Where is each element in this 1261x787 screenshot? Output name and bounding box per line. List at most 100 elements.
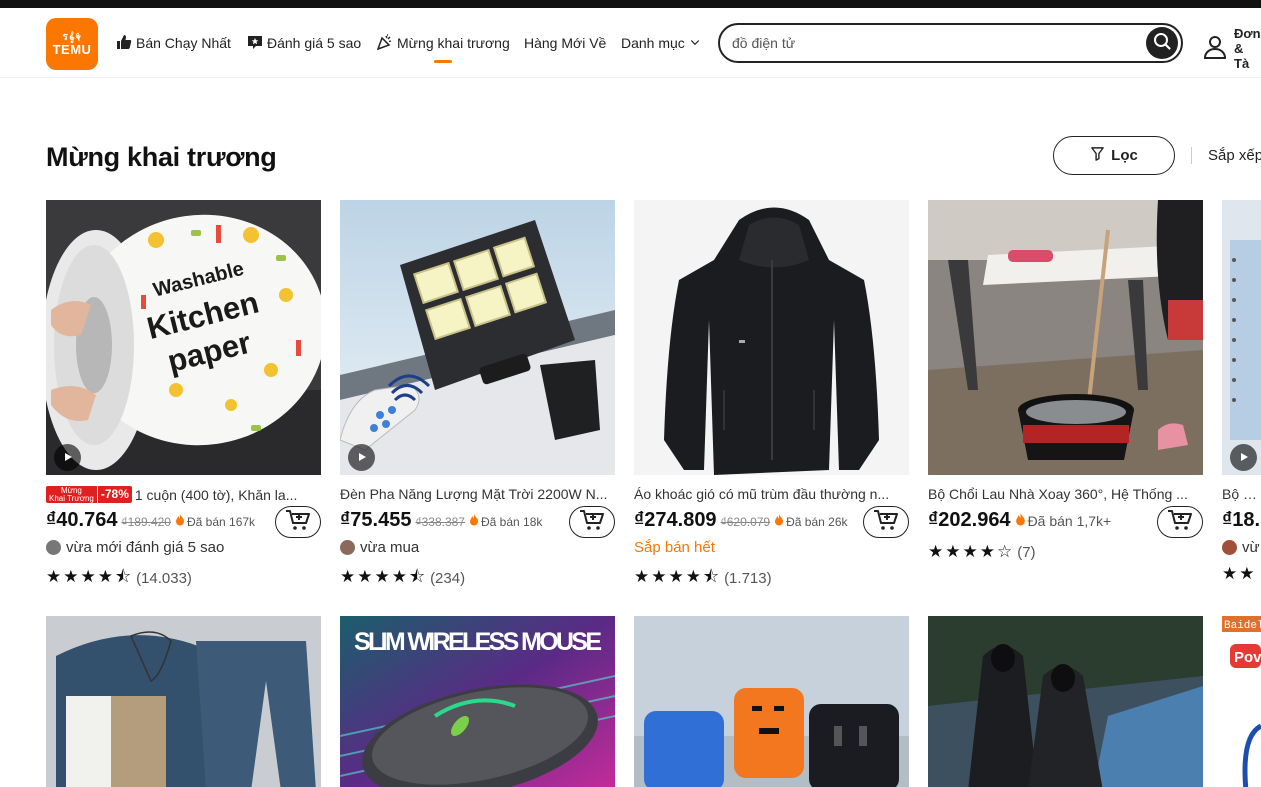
rating[interactable]: ★★ (1222, 564, 1256, 584)
price-line: ₫274.809 ₫620.079 Đã bán 26k (634, 509, 864, 532)
chevron-down-icon (689, 35, 701, 51)
product-image[interactable] (928, 200, 1203, 475)
thumbs-up-icon (116, 34, 132, 53)
cart-plus-icon (1167, 509, 1193, 536)
sold-count: Đã bán 18k (469, 514, 542, 529)
rating[interactable]: ★★★★⯪ (1.713) (634, 564, 772, 593)
cart-plus-icon (873, 509, 899, 536)
nav-categories[interactable]: Danh mục (621, 16, 701, 70)
promo-percent: -78% (96, 486, 132, 503)
nav-bestsellers[interactable]: Bán Chạy Nhất (116, 16, 231, 70)
play-icon (357, 449, 367, 467)
divider (1191, 147, 1192, 164)
old-price: ₫189.420 (121, 515, 171, 529)
low-stock-label: Sắp bán hết (634, 539, 715, 556)
stars-icon: ★★★★⯪ (46, 567, 134, 586)
nav-new-arrivals[interactable]: Hàng Mới Về (524, 16, 606, 70)
nav-grand-opening[interactable]: Mừng khai trương (376, 16, 510, 70)
product-card[interactable]: Đèn Pha Năng Lượng Mặt Trời 2200W N... ₫… (340, 200, 615, 590)
review-count: (7) (1017, 543, 1036, 561)
add-to-cart-button[interactable] (569, 506, 615, 538)
cart-plus-icon (285, 509, 311, 536)
title-text: Bộ Chổi Lau Nhà Xoay 360°, Hệ Thống ... (928, 486, 1188, 502)
flame-icon (774, 514, 784, 529)
product-image[interactable] (928, 616, 1203, 787)
filter-label: Lọc (1111, 147, 1138, 164)
add-to-cart-button[interactable] (863, 506, 909, 538)
sort-button[interactable]: Sắp xếp (1208, 147, 1261, 164)
play-icon (1239, 449, 1249, 467)
price-line: ₫40.764 ₫189.420 Đã bán 167k (46, 509, 276, 532)
old-price: ₫620.079 (720, 515, 771, 529)
product-title[interactable]: Áo khoác gió có mũ trùm đầu thường n... (634, 486, 909, 502)
product-card[interactable]: Bộ Chổi Lau Nhà Xoay 360°, Hệ Thống ... … (928, 200, 1203, 590)
price: ₫40.764 (46, 509, 118, 531)
price-line: ₫75.455 ₫338.387 Đã bán 18k (340, 509, 570, 532)
logo-wordmark: TEMU (52, 41, 92, 57)
search-button[interactable] (1146, 27, 1178, 59)
title-text: Bộ 4 s (1222, 486, 1261, 502)
nav-label: Danh mục (621, 35, 685, 51)
account-label-line2: & Tà (1234, 41, 1250, 71)
product-image[interactable] (46, 616, 321, 787)
product-image[interactable] (634, 616, 909, 787)
play-video-button[interactable] (1230, 444, 1257, 471)
header: ร𝄞⚘ TEMU Bán Chạy Nhất Đánh giá 5 sao Mừ… (0, 8, 1261, 78)
price: ₫202.964 (928, 509, 1011, 531)
add-to-cart-button[interactable] (275, 506, 321, 538)
price: ₫274.809 (634, 509, 717, 531)
review-count: (1.713) (724, 570, 772, 587)
product-image[interactable]: Washable Kitchen paper (46, 200, 321, 475)
product-image[interactable]: Baidel Pov (1222, 616, 1261, 787)
title-text: Áo khoác gió có mũ trùm đầu thường n... (634, 486, 890, 502)
filter-button[interactable]: Lọc (1053, 136, 1175, 175)
social-proof: vừa mới đánh giá 5 sao (46, 539, 224, 556)
sold-count: Đã bán 26k (774, 514, 848, 529)
sold-count: Đã bán 167k (175, 514, 255, 529)
review-count: (14.033) (136, 570, 192, 587)
product-card[interactable]: Washable Kitchen paper Mừng Khai Trương -… (46, 200, 321, 590)
product-card[interactable]: Bộ 4 s ₫18. vừ ★★ (1222, 200, 1261, 590)
product-image[interactable] (634, 200, 909, 475)
promo-bottom: Khai Trương (49, 494, 94, 503)
promo-badge: Mừng Khai Trương -78% (46, 486, 132, 503)
old-price: ₫338.387 (415, 515, 465, 529)
title-text: 1 cuộn (400 tờ), Khăn la... (134, 486, 298, 503)
window-top-bar (0, 0, 1261, 8)
party-popper-icon (376, 33, 393, 53)
rating[interactable]: ★★★★⯪ (14.033) (46, 564, 192, 593)
avatar (340, 540, 355, 555)
play-video-button[interactable] (348, 444, 375, 471)
avatar (46, 540, 61, 555)
flame-icon (469, 514, 479, 529)
product-title[interactable]: Bộ Chổi Lau Nhà Xoay 360°, Hệ Thống ... (928, 486, 1203, 502)
product-title[interactable]: Đèn Pha Năng Lượng Mặt Trời 2200W N... (340, 486, 615, 502)
image-text: Baidel (1224, 620, 1261, 632)
rating[interactable]: ★★★★⯪ (234) (340, 564, 465, 593)
product-image[interactable] (340, 200, 615, 475)
product-image[interactable] (1222, 200, 1261, 475)
product-title[interactable]: Mừng Khai Trương -78% 1 cuộn (400 tờ), Kh… (46, 486, 321, 503)
rating[interactable]: ★★★★☆ (7) (928, 542, 1036, 562)
social-proof: vừ (1222, 539, 1260, 556)
account-label-line1: Đơn (1234, 26, 1261, 41)
sold-count: Đã bán 1,7k+ (1015, 513, 1111, 529)
account-orders[interactable]: Đơn & Tà (1202, 26, 1261, 71)
product-image[interactable]: SLIM WIRELESS MOUSE (340, 616, 615, 787)
user-icon (1202, 34, 1228, 63)
nav-label: Hàng Mới Về (524, 35, 607, 51)
nav-label: Mừng khai trương (397, 35, 510, 51)
nav-five-star[interactable]: Đánh giá 5 sao (247, 16, 361, 70)
flame-icon (1015, 513, 1026, 529)
nav-label: Bán Chạy Nhất (136, 35, 231, 51)
add-to-cart-button[interactable] (1157, 506, 1203, 538)
play-video-button[interactable] (54, 444, 81, 471)
social-proof: vừa mua (340, 539, 419, 556)
product-title[interactable]: Bộ 4 s (1222, 486, 1261, 502)
product-card[interactable]: Áo khoác gió có mũ trùm đầu thường n... … (634, 200, 909, 590)
nav-label: Đánh giá 5 sao (267, 35, 362, 51)
search-input[interactable] (732, 33, 1132, 53)
temu-logo[interactable]: ร𝄞⚘ TEMU (46, 18, 98, 70)
title-text: Đèn Pha Năng Lượng Mặt Trời 2200W N... (340, 486, 608, 502)
stars-icon: ★★ (1222, 564, 1257, 583)
